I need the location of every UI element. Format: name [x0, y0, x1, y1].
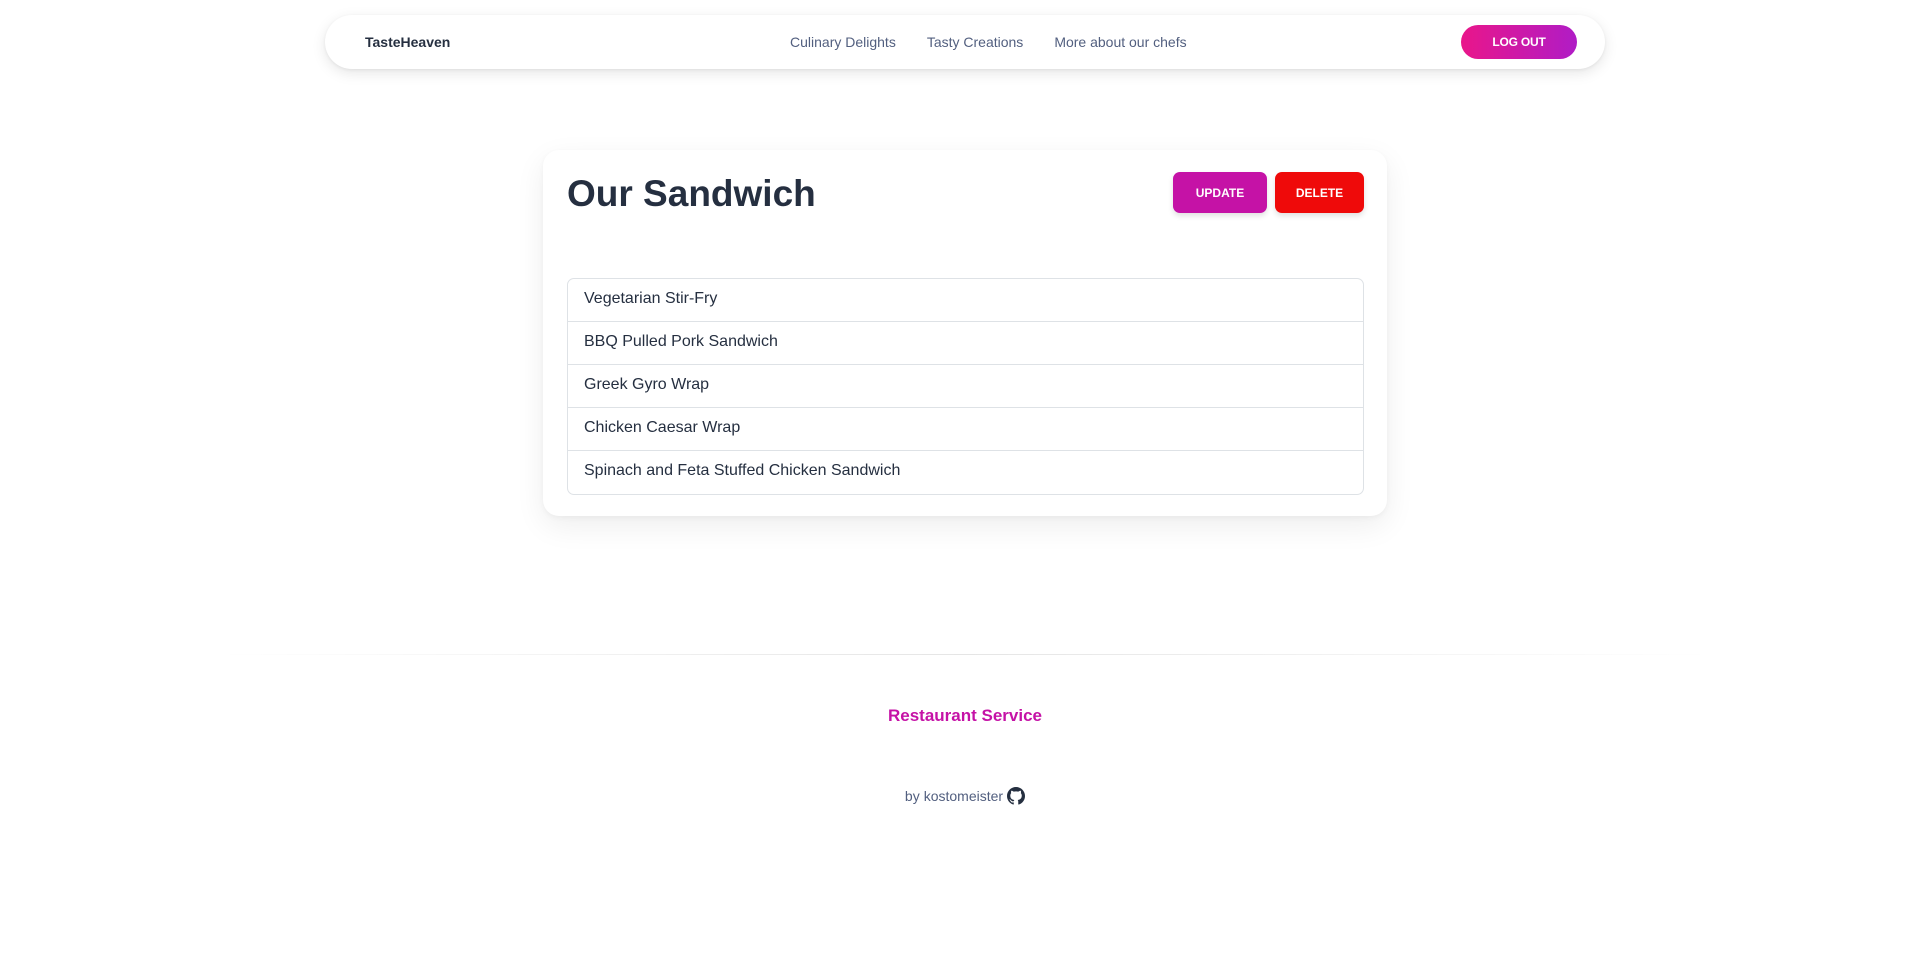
update-button[interactable]: UPDATE — [1173, 172, 1267, 213]
credit-prefix: by — [904, 788, 920, 804]
delete-button[interactable]: DELETE — [1275, 172, 1364, 213]
list-item[interactable]: Chicken Caesar Wrap — [568, 408, 1363, 451]
footer-title: Restaurant Service — [887, 706, 1043, 725]
nav-link-tasty-creations[interactable]: Tasty Creations — [927, 34, 1023, 50]
list-item[interactable]: Vegetarian Stir-Fry — [568, 279, 1363, 322]
page-title: Our Sandwich — [567, 173, 816, 214]
list-item[interactable]: Greek Gyro Wrap — [568, 365, 1363, 408]
brand-logo[interactable]: TasteHeaven — [365, 15, 450, 69]
dish-list: Vegetarian Stir-Fry BBQ Pulled Pork Sand… — [567, 278, 1364, 495]
logout-button[interactable]: LOG OUT — [1461, 25, 1577, 59]
list-item[interactable]: BBQ Pulled Pork Sandwich — [568, 322, 1363, 365]
nav-link-culinary-delights[interactable]: Culinary Delights — [790, 34, 896, 50]
nav-link-more-about-chefs[interactable]: More about our chefs — [1054, 34, 1186, 50]
github-icon[interactable] — [1007, 787, 1026, 805]
navbar: TasteHeaven Culinary Delights Tasty Crea… — [325, 15, 1605, 69]
list-item[interactable]: Spinach and Feta Stuffed Chicken Sandwic… — [568, 451, 1363, 494]
nav-links: Culinary Delights Tasty Creations More a… — [790, 15, 1218, 69]
footer-divider — [215, 654, 1715, 655]
menu-card: Our Sandwich UPDATE DELETE Vegetarian St… — [543, 150, 1387, 516]
author-link[interactable]: kostomeister — [924, 788, 1003, 804]
footer-credit: by kostomeister — [0, 787, 1919, 805]
